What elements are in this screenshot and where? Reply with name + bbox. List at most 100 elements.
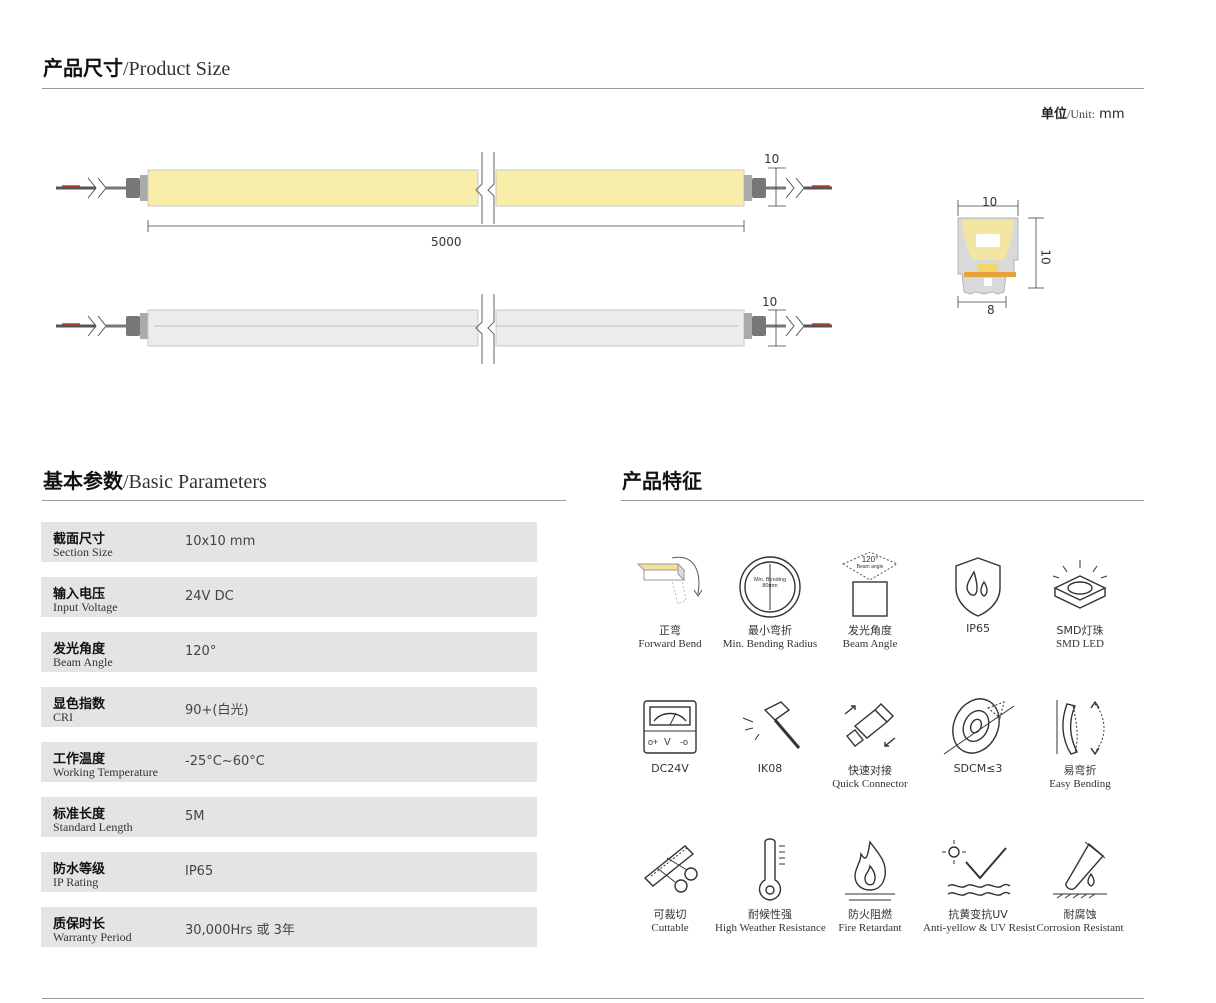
- basic-params-divider: [42, 500, 566, 501]
- param-value: IP65: [185, 864, 214, 879]
- dim-height-bottom: 10: [762, 295, 778, 309]
- basic-params-title-zh: 基本参数: [43, 469, 123, 493]
- feature-label-en: Min. Bending Radius: [722, 638, 818, 650]
- dim-length: 5000: [431, 235, 462, 249]
- feature-label-en: Corrosion Resistant: [1036, 922, 1124, 934]
- param-row: 工作温度 Working Temperature -25°C~60°C: [41, 742, 537, 782]
- feature-item: Min. Bending 80mm 最小弯折 Min. Bending Radius: [715, 552, 825, 650]
- param-value: 30,000Hrs 或 3年: [185, 923, 295, 938]
- scissors-icon: [615, 836, 725, 906]
- feature-item: SDCM≤3: [923, 692, 1033, 775]
- svg-text:120°: 120°: [862, 555, 879, 564]
- beam-angle-icon: 120° Beam angle: [815, 552, 925, 622]
- feature-label-zh: SMD灯珠: [1056, 624, 1104, 637]
- features-title: 产品特征: [622, 465, 702, 494]
- feature-label-en: Quick Connector: [832, 778, 908, 790]
- bending-radius-icon: Min. Bending 80mm: [715, 552, 825, 622]
- param-row: 发光角度 Beam Angle 120°: [41, 632, 537, 672]
- param-value: 24V DC: [185, 589, 234, 604]
- smd-led-icon: [1025, 552, 1135, 622]
- feature-item: IP65: [923, 552, 1033, 635]
- bottom-divider: [42, 998, 1144, 999]
- feature-label-zh: 发光角度: [848, 624, 892, 637]
- feature-item: 正弯 Forward Bend: [615, 552, 725, 650]
- feature-label-zh: 耐腐蚀: [1063, 908, 1097, 921]
- param-label-en: Working Temperature: [53, 765, 158, 779]
- param-value: 10x10 mm: [185, 534, 256, 549]
- basic-params-title-en: /Basic Parameters: [123, 471, 267, 493]
- feature-label-zh: IK08: [757, 762, 783, 775]
- feature-label-zh: IP65: [966, 622, 990, 635]
- param-value: 120°: [185, 644, 217, 659]
- unit-label: 单位/Unit: mm: [1041, 103, 1125, 122]
- easy-bending-icon: [1025, 692, 1135, 762]
- section-height: 10: [1038, 249, 1053, 265]
- feature-label-zh: SDCM≤3: [953, 762, 1003, 775]
- param-label-en: IP Rating: [53, 875, 99, 889]
- svg-text:o+: o+: [648, 737, 658, 747]
- features-title-zh: 产品特征: [622, 469, 702, 493]
- strip-unlit-drawing: [56, 294, 832, 364]
- dim-height-top: 10: [764, 152, 780, 166]
- hammer-icon: [715, 692, 825, 762]
- section-width-top: 10: [982, 195, 998, 209]
- feature-label-en: Easy Bending: [1049, 778, 1111, 790]
- unit-label-en: /Unit:: [1067, 107, 1096, 121]
- product-size-title: 产品尺寸/Product Size: [43, 52, 230, 81]
- feature-label-zh: 抗黄变抗UV: [948, 908, 1008, 921]
- unit-value: mm: [1099, 107, 1125, 122]
- param-row: 输入电压 Input Voltage 24V DC: [41, 577, 537, 617]
- param-row: 标准长度 Standard Length 5M: [41, 797, 537, 837]
- feature-item: o+ V -o DC24V: [615, 692, 725, 775]
- feature-item: 易弯折 Easy Bending: [1025, 692, 1135, 790]
- product-size-title-zh: 产品尺寸: [43, 56, 123, 80]
- param-label-en: Beam Angle: [53, 655, 113, 669]
- quick-connector-icon: [815, 692, 925, 762]
- forward-bend-icon: [615, 552, 725, 622]
- param-value: 90+(白光): [185, 703, 249, 718]
- param-label-en: Standard Length: [53, 820, 133, 834]
- feature-item: 抗黄变抗UV Anti-yellow & UV Resist: [923, 836, 1036, 934]
- strip-lit-drawing: [56, 152, 832, 232]
- param-label-en: CRI: [53, 710, 74, 724]
- svg-text:-o: -o: [680, 737, 688, 747]
- feature-label-zh: 防火阻燃: [848, 908, 892, 921]
- svg-text:80mm: 80mm: [762, 583, 778, 589]
- feature-label-en: Beam Angle: [842, 638, 898, 650]
- section-width-bottom: 8: [987, 303, 995, 317]
- param-value: 5M: [185, 809, 205, 824]
- param-label-en: Warranty Period: [53, 930, 132, 944]
- features-divider: [621, 500, 1144, 501]
- voltmeter-icon: o+ V -o: [615, 692, 725, 762]
- product-size-title-en: /Product Size: [123, 58, 231, 80]
- feature-item: 快速对接 Quick Connector: [815, 692, 925, 790]
- param-label-en: Section Size: [53, 545, 113, 559]
- svg-text:V: V: [664, 737, 671, 748]
- product-size-divider: [42, 88, 1144, 89]
- param-row: 防水等级 IP Rating IP65: [41, 852, 537, 892]
- param-row: 截面尺寸 Section Size 10x10 mm: [41, 522, 537, 562]
- feature-item: 120° Beam angle 发光角度 Beam Angle: [815, 552, 925, 650]
- basic-params-title: 基本参数/Basic Parameters: [43, 465, 267, 494]
- feature-item: IK08: [715, 692, 825, 775]
- color-tolerance-icon: [923, 692, 1033, 762]
- svg-text:Beam angle: Beam angle: [857, 564, 884, 570]
- feature-label-en: High Weather Resistance: [715, 922, 826, 934]
- feature-label-en: Fire Retardant: [838, 922, 902, 934]
- feature-label-en: Forward Bend: [638, 638, 702, 650]
- unit-label-zh: 单位: [1041, 107, 1068, 122]
- feature-item: 耐腐蚀 Corrosion Resistant: [1025, 836, 1135, 934]
- feature-label-zh: 可裁切: [653, 908, 687, 921]
- feature-item: 防火阻燃 Fire Retardant: [815, 836, 925, 934]
- feature-item: 耐候性强 High Weather Resistance: [715, 836, 826, 934]
- feature-item: 可裁切 Cuttable: [615, 836, 725, 934]
- flame-icon: [815, 836, 925, 906]
- feature-label-en: SMD LED: [1056, 638, 1104, 650]
- param-row: 显色指数 CRI 90+(白光): [41, 687, 537, 727]
- feature-label-zh: 快速对接: [848, 764, 892, 777]
- feature-label-zh: 耐候性强: [748, 908, 792, 921]
- param-row: 质保时长 Warranty Period 30,000Hrs 或 3年: [41, 907, 537, 947]
- param-label-en: Input Voltage: [53, 600, 118, 614]
- feature-label-zh: 最小弯折: [748, 624, 792, 637]
- feature-item: SMD灯珠 SMD LED: [1025, 552, 1135, 650]
